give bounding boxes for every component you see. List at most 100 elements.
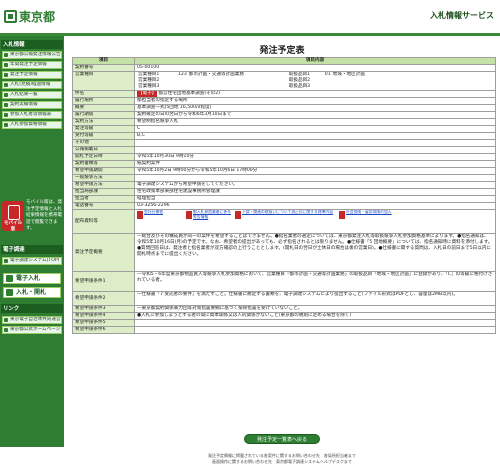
pdf-link-2[interactable]: 都入札参加業者に係る警告情報 [186,209,231,220]
sidebar-item-system-top[interactable]: 電子調達システム(TOP) [2,257,62,265]
e-tag: 【電子】 [137,91,158,97]
sidebar-item-gazette[interactable]: 東京都公報発注情報公告 [2,51,62,59]
sidebar-item-annual-plan[interactable]: 年間発注予定情報 [2,61,62,69]
label-req-2: 希望申請条件2 [72,291,135,306]
sidebar-item-contract-results[interactable]: 契約実績情報 [2,101,62,109]
sidebar-item-qualification[interactable]: 入札参加資格情報 [2,121,62,129]
biz-code-1: 123 [178,72,187,78]
value-contract-no: 05-00100 [134,64,496,72]
link-e-government[interactable]: 東京電子自治体共同運営 [2,316,62,324]
order-plan-table: 項目 項目内容 契約番号 05-00100 営業種目 営業種目1 123 都市計画・交通… [72,57,496,334]
value-apply-period: 令和5年10月2日 9時00分から令和5年10月6日 17時00分 [134,167,496,175]
logo-text: 東京都 [19,10,56,24]
label-apply-period: 希望申請期間 [72,167,135,175]
value-department: 住宅政策本部東部住宅建設事務所管理課 [134,188,496,196]
label-summary: 概要 [72,104,135,112]
label-req-5: 希望申請条件5 [72,319,135,327]
label-grade: 発注等級 [72,125,135,133]
value-method: 希望制指名競争入札 [134,118,496,126]
value-subject: 【電子】 都営住宅団地基本調査(その2) [134,90,496,98]
pdf-icon [186,211,192,219]
pdf-link-text: 社会保険・雇用保険の加入 [346,209,392,214]
label-gazette-date: 公報掲載日 [72,146,135,154]
e-bid-button[interactable]: 電子入札 [3,273,61,284]
pdf-link-1[interactable]: 受託仕様書 [137,209,182,219]
label-contract-no: 契約番号 [72,64,135,72]
label-contract-docs: 契約書類等 [72,160,135,168]
header-item: 項目 [72,57,135,65]
sidebar-section-links: リンク [1,304,63,313]
bid-opening-button[interactable]: 入札・開札 [3,287,61,298]
pdf-link-4[interactable]: 社会保険・雇用保険の加入 [339,209,409,219]
value-accept-grade: B,C [134,132,496,140]
label-phone: 電話番号 [72,202,135,210]
value-general-method [134,174,496,182]
footer: 発注予定情報に掲載されている各案件に関するお問い合わせ先 各局所担当者まで 画面… [68,453,496,465]
label-req-3: 希望申請条件3 [72,305,135,313]
sidebar: 入札情報 東京都公報発注情報公告 年間発注予定情報 発注予定情報 入札(見積)経… [0,36,64,447]
label-business-1: 営業種目 [72,71,135,91]
mobile-version-button[interactable]: モバイル版 [2,201,24,232]
pdf-link-text: 受託仕様書 [144,209,163,214]
value-contract-docs: 紙契約案件 [134,160,496,168]
value-req-6 [134,326,496,334]
label-contact: 担当者 [72,195,135,203]
value-req-2: ―仕様書「7 受託者の要件」を満たすこと。仕様書に規定する書類を、電子調達システ… [134,291,496,306]
document-icon [6,289,13,296]
value-period: 契約確定の日の翌日から令和6年3月10日まで [134,111,496,119]
pdf-icon [235,211,241,219]
site-title: 入札情報サービス [430,11,494,20]
value-location: 都担当者の指定する場所 [134,97,496,105]
label-conditions: 発注予定概要 [72,233,135,272]
pdf-link-3[interactable]: 下請・関連の取扱いについて適正化に関する標準内容 [235,211,335,219]
main-content: 発注予定表 項目 項目内容 契約番号 05-00100 営業種目 営業種目1 123 都… [68,36,496,464]
pdf-icon [137,211,143,219]
pdf-link-text: 都入札参加業者に係る警告情報 [193,209,231,219]
pdf-icon [339,211,345,219]
value-gazette-date [134,146,496,154]
label-opening-date: 開札予定日時 [72,153,135,161]
sidebar-section-bid-info: 入札情報 [1,40,63,49]
sidebar-item-bid-progress[interactable]: 入札(見積)経過情報 [2,81,62,89]
footer-line-2: 画面操作に関するお問い合わせ先 東京都電子調達システムヘルプデスクまで [212,459,352,464]
label-department: 担当局部課 [72,188,135,196]
sidebar-section-e-procurement: 電子調達 [1,245,63,254]
sidebar-item-order-plan[interactable]: 発注予定情報 [2,71,62,79]
item-label-3: 取扱品目3 [288,84,311,89]
label-distribution: 配布資料等 [72,209,135,234]
value-conditions: ―総合及びその構成員が同一の案件を希望することはできません。●指名業者の選定につ… [134,233,496,272]
value-contact: 経理担当 [134,195,496,203]
business-subtable: 営業種目1 123 都市計画・交通等計画業務 取扱品目1 01 地域・地区計画 営業種目2… [137,72,493,90]
bid-opening-label: 入札・開札 [16,289,47,296]
value-distribution: 受託仕様書 都入札参加業者に係る警告情報 下請・関連の取扱いについて適正化に関す… [134,209,496,234]
subject-text: 都営住宅団地基本調査(その2) [158,91,221,97]
label-apply-method: 希望申請方法 [72,181,135,189]
tokyo-logo[interactable]: 東京都 [4,8,55,25]
tokyo-emblem-icon [4,10,17,23]
back-to-list-button[interactable]: 発注予定一覧表へ戻る [244,434,320,444]
e-bid-label: 電子入札 [16,275,41,282]
label-method: 契約方法 [72,118,135,126]
value-phone: 03-3256-2296 [134,202,496,210]
label-req-1: 希望申請条件1 [72,271,135,292]
value-business-1: 営業種目1 123 都市計画・交通等計画業務 取扱品目1 01 地域・地区計画 営業種目2… [134,71,496,91]
label-req-6: 希望申請条件6 [72,326,135,334]
pdf-list: 受託仕様書 都入札参加業者に係る警告情報 下請・関連の取扱いについて適正化に関す… [137,209,493,220]
label-location: 履行場所 [72,97,135,105]
label-period: 履行期間 [72,111,135,119]
link-tokyo-official[interactable]: 東京都公式ホームページ [2,326,62,334]
mobile-description: モバイル版は、発注予定情報と入札結果情報を携帯電話で閲覧できます。 [26,200,62,231]
label-req-4: 希望申請条件4 [72,312,135,320]
document-icon [6,275,13,282]
value-apply-method: 電子調達システムから希望申請をしてください。 [134,181,496,189]
sidebar-item-participants[interactable]: 参加入札者等情報表 [2,111,62,119]
label-subject: 件名 [72,90,135,98]
value-grade: C [134,125,496,133]
mobile-label: モバイル版 [4,221,22,232]
label-accept-grade: 受付等級 [72,132,135,140]
value-other [134,139,496,147]
item-code-1: 01 [324,72,331,78]
value-req-4: ●入札に参加しようとする者の間に資本関係又は人的関係がないこと(東京都の規則に定… [134,312,496,320]
value-summary: 基本調査一式(5団地 16,500㎡程度) [134,104,496,112]
sidebar-item-bid-results[interactable]: 入札結果一覧 [2,91,62,99]
